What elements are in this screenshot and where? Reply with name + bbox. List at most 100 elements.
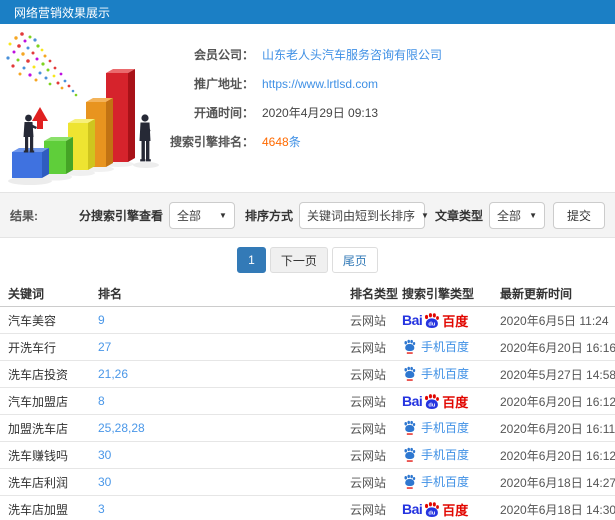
rank-type-cell: 云网站 — [350, 367, 387, 382]
updated-cell: 2020年6月20日 16:11 — [500, 421, 615, 436]
company-label: 会员公司： — [193, 48, 254, 62]
baidu-logo: Bai du 百度 — [402, 393, 469, 410]
member-info-section: 会员公司： 山东老人头汽车服务咨询有限公司 推广地址： https://www.… — [0, 24, 615, 192]
table-row: 加盟洗车店 25,28,28 云网站 Bai du 百度 — [0, 415, 615, 442]
table-body: 汽车美容 9 云网站 Bai du 百度 2020年6月5日 11:24 开洗车… — [0, 307, 615, 520]
mobile-baidu-paw-icon — [403, 474, 416, 489]
engine-filter-select[interactable]: 全部 ▼ — [168, 201, 235, 229]
svg-text:du: du — [429, 510, 436, 516]
keyword-cell: 加盟洗车店 — [8, 421, 69, 436]
updated-cell: 2020年6月20日 16:16 — [500, 340, 615, 355]
table-header-row: 关键词 排名 排名类型 搜索引擎类型 最新更新时间 — [0, 281, 615, 307]
rank-link[interactable]: 8 — [98, 394, 350, 408]
opened-time-row: 开通时间： 2020年4月29日 09:13 — [168, 98, 442, 127]
engine-rank-label: 搜索引擎排名： — [169, 135, 254, 149]
app-header: 网络营销效果展示 — [0, 0, 615, 24]
engine-type-cell: Bai du 百度 — [402, 338, 500, 357]
article-type-select[interactable]: 全部 ▼ — [488, 201, 545, 229]
rank-link[interactable]: 25,28,28 — [98, 421, 350, 435]
chevron-down-icon: ▼ — [219, 210, 227, 220]
keyword-cell: 洗车店利润 — [8, 475, 69, 490]
rank-link[interactable]: 21,26 — [98, 367, 350, 381]
table-row: 开洗车行 27 云网站 Bai du 百度 — [0, 334, 615, 361]
rank-type-cell: 云网站 — [350, 340, 387, 355]
article-type-label: 文章类型 — [434, 208, 483, 223]
engine-type-cell: Bai du 百度 — [402, 392, 500, 411]
submit-button[interactable]: 提交 — [552, 201, 605, 229]
engine-filter-value: 全部 — [176, 208, 201, 223]
engine-type-cell: Bai du 百度 — [402, 365, 500, 384]
header-engine-type: 搜索引擎类型 — [402, 287, 475, 301]
article-type-value: 全部 — [496, 208, 521, 223]
keyword-cell: 开洗车行 — [8, 340, 57, 355]
sort-filter-value: 关键词由短到长排序 — [306, 208, 415, 223]
rank-count: 4648 — [262, 135, 289, 149]
mobile-baidu-badge: 手机百度 — [402, 446, 469, 463]
mobile-baidu-paw-icon — [403, 339, 416, 354]
baidu-logo: Bai du 百度 — [402, 501, 469, 518]
updated-cell: 2020年6月20日 16:12 — [500, 448, 615, 463]
page-1-button[interactable]: 1 — [237, 247, 266, 273]
header-updated: 最新更新时间 — [500, 287, 573, 301]
filter-controls: 分搜索引擎查看 全部 ▼ 排序方式 关键词由短到长排序 ▼ 文章类型 全部 ▼ … — [69, 201, 605, 229]
promotion-url-link[interactable]: https://www.lrtlsd.com — [262, 77, 378, 91]
keyword-cell: 汽车加盟店 — [8, 394, 69, 409]
mobile-baidu-badge: 手机百度 — [402, 419, 469, 436]
rank-link[interactable]: 30 — [98, 448, 350, 462]
mobile-baidu-paw-icon — [403, 366, 416, 381]
chevron-down-icon: ▼ — [420, 210, 429, 220]
chevron-down-icon: ▼ — [529, 210, 537, 220]
mobile-baidu-paw-icon — [403, 420, 416, 435]
header-rank-type: 排名类型 — [350, 287, 399, 301]
results-table: 关键词 排名 排名类型 搜索引擎类型 最新更新时间 汽车美容 9 云网站 Bai… — [0, 281, 615, 520]
table-row: 洗车赚钱吗 30 云网站 Bai du 百度 — [0, 442, 615, 469]
sort-filter-select[interactable]: 关键词由短到长排序 ▼ — [298, 201, 429, 229]
businessman-right-figure — [139, 114, 151, 162]
engine-type-cell: Bai du 百度 — [402, 446, 500, 465]
engine-type-cell: Bai du 百度 — [402, 473, 500, 492]
table-row: 洗车店加盟 3 云网站 Bai du 百度 2020年6月18日 14:30 — [0, 496, 615, 520]
rank-type-cell: 云网站 — [350, 313, 387, 328]
rank-link[interactable]: 30 — [98, 475, 350, 489]
keyword-cell: 洗车赚钱吗 — [8, 448, 69, 463]
updated-cell: 2020年6月5日 11:24 — [500, 313, 609, 328]
rank-type-cell: 云网站 — [350, 502, 387, 517]
rank-unit: 条 — [288, 135, 301, 149]
rank-link[interactable]: 9 — [98, 313, 350, 327]
page-title: 网络营销效果展示 — [14, 5, 111, 20]
keyword-cell: 洗车店加盟 — [8, 502, 69, 517]
table-row: 洗车店投资 21,26 云网站 Bai du 百度 — [0, 361, 615, 388]
engine-type-cell: Bai du 百度 — [402, 419, 500, 438]
opened-time-value: 2020年4月29日 09:13 — [262, 106, 379, 120]
updated-cell: 2020年6月18日 14:30 — [500, 502, 615, 517]
member-info-list: 会员公司： 山东老人头汽车服务咨询有限公司 推广地址： https://www.… — [168, 40, 442, 156]
table-row: 洗车店利润 30 云网站 Bai du 百度 — [0, 469, 615, 496]
mobile-baidu-badge: 手机百度 — [402, 365, 469, 382]
svg-text:du: du — [429, 402, 436, 408]
result-label: 结果: — [10, 208, 38, 223]
rank-link[interactable]: 27 — [98, 340, 350, 354]
rank-link[interactable]: 3 — [98, 502, 350, 516]
svg-text:du: du — [429, 321, 436, 327]
updated-cell: 2020年5月27日 14:58 — [500, 367, 615, 382]
last-page-button[interactable]: 尾页 — [331, 247, 378, 273]
table-row: 汽车加盟店 8 云网站 Bai du 百度 2020年6月20日 16:12 — [0, 388, 615, 415]
rank-type-cell: 云网站 — [350, 421, 387, 436]
growth-bar-chart-illustration — [6, 32, 159, 185]
company-row: 会员公司： 山东老人头汽车服务咨询有限公司 — [168, 40, 442, 69]
baidu-logo: Bai du 百度 — [402, 312, 469, 329]
baidu-paw-icon: du — [423, 312, 440, 329]
engine-rank-row: 搜索引擎排名： 4648条 — [168, 127, 442, 156]
updated-cell: 2020年6月20日 16:12 — [500, 394, 615, 409]
filter-bar: 结果: 分搜索引擎查看 全部 ▼ 排序方式 关键词由短到长排序 ▼ 文章类型 全… — [0, 192, 615, 238]
promotion-url-label: 推广地址： — [193, 77, 254, 91]
keyword-cell: 洗车店投资 — [8, 367, 69, 382]
next-page-button[interactable]: 下一页 — [269, 247, 328, 273]
engine-filter-label: 分搜索引擎查看 — [78, 208, 163, 223]
promotion-url-row: 推广地址： https://www.lrtlsd.com — [168, 69, 442, 98]
company-link[interactable]: 山东老人头汽车服务咨询有限公司 — [262, 46, 442, 63]
updated-cell: 2020年6月18日 14:27 — [500, 475, 615, 490]
header-keyword: 关键词 — [8, 287, 45, 301]
pagination: 1 下一页 尾页 — [0, 247, 615, 273]
mobile-baidu-badge: 手机百度 — [402, 473, 469, 490]
